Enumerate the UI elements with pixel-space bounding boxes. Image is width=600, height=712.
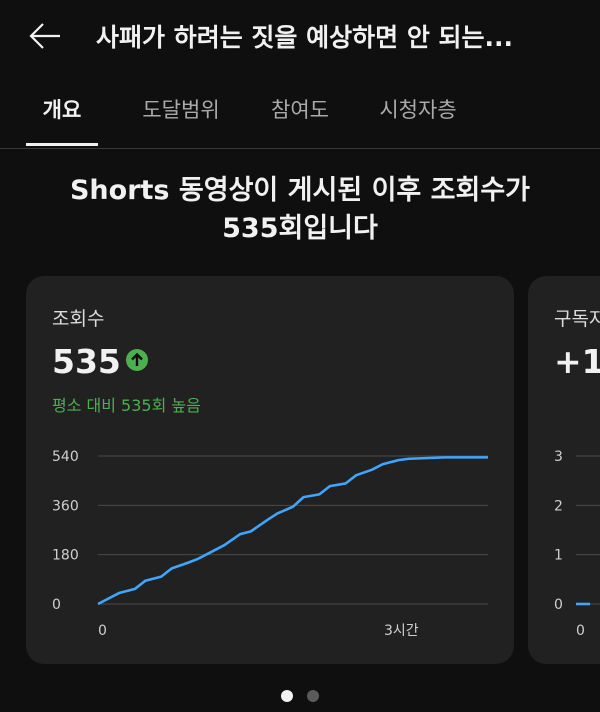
y-tick-label: 180 (52, 548, 79, 564)
metric-value: 535 (52, 342, 121, 381)
y-tick-label: 0 (554, 597, 563, 613)
tab-label: 도달범위 (142, 98, 220, 122)
back-button[interactable] (26, 20, 66, 56)
app-bar: 사패가 하려는 짓을 예상하면 안 되는... (0, 0, 600, 80)
subscribers-card[interactable]: 구독자 +1 0 1 2 3 0 (528, 276, 600, 664)
y-tick-label: 540 (52, 449, 79, 465)
tab-label: 참여도 (271, 98, 329, 122)
x-tick-label: 0 (98, 623, 107, 639)
video-title: 사패가 하려는 짓을 예상하면 안 되는... (96, 23, 514, 52)
x-tick-label: 3시간 (384, 623, 419, 639)
pager-dot[interactable] (307, 690, 319, 702)
tab-audience[interactable]: 시청자층 (362, 84, 474, 146)
card-pager (0, 690, 600, 704)
subscribers-line-chart: 0 1 2 3 0 (554, 449, 600, 639)
tab-label: 시청자층 (379, 98, 457, 122)
y-tick-label: 0 (52, 597, 61, 613)
views-line-chart: 0 180 360 540 0 3시간 (52, 449, 488, 639)
tab-overview[interactable]: 개요 (26, 84, 98, 146)
arrow-left-icon (29, 23, 60, 49)
views-series-line (97, 456, 488, 606)
x-tick-label: 0 (576, 623, 585, 639)
active-tab-indicator (26, 143, 98, 146)
y-tick-label: 2 (554, 498, 563, 514)
arrow-up-circle-icon (126, 349, 148, 371)
y-tick-label: 3 (554, 449, 563, 465)
pager-dot[interactable] (281, 690, 293, 702)
metric-label: 조회수 (52, 308, 105, 330)
y-tick-label: 1 (554, 548, 563, 564)
summary-line-1: Shorts 동영상이 게시된 이후 조회수가 (69, 175, 531, 206)
metric-label: 구독자 (554, 308, 600, 330)
metric-delta: 평소 대비 535회 높음 (52, 396, 201, 415)
views-card[interactable]: 조회수 535 평소 대비 535회 높음 0 180 360 540 0 3시간 (26, 276, 514, 664)
summary-headline: Shorts 동영상이 게시된 이후 조회수가 535회입니다 (20, 172, 580, 248)
y-tick-label: 360 (52, 498, 79, 514)
tab-engagement[interactable]: 참여도 (258, 84, 342, 146)
metric-value: +1 (554, 342, 600, 381)
tab-label: 개요 (42, 98, 82, 122)
summary-line-2: 535회입니다 (222, 213, 378, 244)
tab-reach[interactable]: 도달범위 (126, 84, 236, 146)
analytics-tabs: 개요 도달범위 참여도 시청자층 (0, 84, 600, 149)
